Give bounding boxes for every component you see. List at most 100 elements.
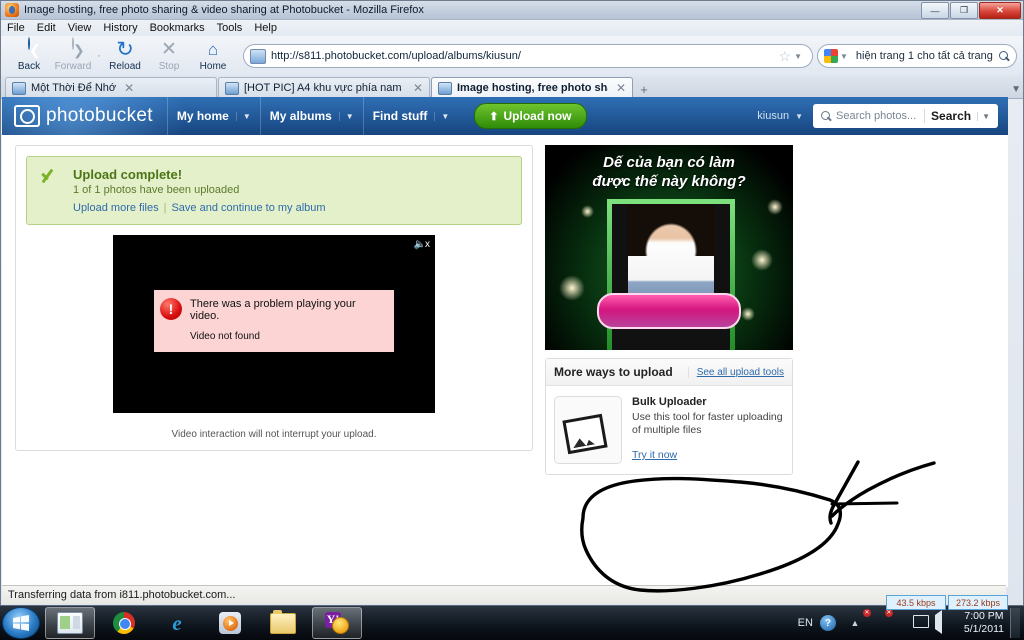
maximize-button[interactable]: ❐ [950,2,978,19]
nav-label: My albums [269,109,332,123]
bookmark-star-icon[interactable]: ☆ [779,48,792,65]
back-label: Back [17,61,41,73]
stop-icon: ✕ [161,39,177,61]
tab-close-icon[interactable]: ✕ [124,81,134,95]
menu-history[interactable]: History [103,22,137,34]
show-desktop-button[interactable] [1010,608,1020,638]
windows-media-player-icon [219,612,241,634]
menu-file[interactable]: File [7,22,25,34]
username-label: kiusun [757,110,790,122]
chevron-down-icon[interactable]: ▼ [338,111,354,121]
checkmark-icon [39,167,65,189]
chevron-down-icon[interactable]: ▼ [794,52,802,61]
more-ways-heading: More ways to upload [554,365,673,379]
taskbar-firefox-window-button[interactable] [45,607,95,639]
chevron-down-icon[interactable]: ▼ [977,111,994,121]
window-title: Image hosting, free photo sharing & vide… [24,4,424,16]
upload-more-files-link[interactable]: Upload more files [73,202,159,214]
yahoo-messenger-icon: Y! [325,612,349,634]
chevron-down-icon[interactable]: ▼ [434,111,449,121]
back-button[interactable]: ❮ Back [7,37,51,73]
upload-column: Upload complete! 1 of 1 photos have been… [15,145,533,451]
forward-button[interactable]: ❯ Forward [51,37,95,73]
menu-edit[interactable]: Edit [37,22,56,34]
save-continue-link[interactable]: Save and continue to my album [171,202,325,214]
chevron-down-icon[interactable]: ▼ [795,112,803,121]
photo-search[interactable]: Search photos... Search ▼ [813,104,998,128]
taskbar-yahoo-messenger-button[interactable]: Y! [312,607,362,639]
bulk-uploader-name: Bulk Uploader [632,396,707,408]
help-icon[interactable]: ? [819,615,836,631]
try-it-now-link[interactable]: Try it now [632,449,784,461]
advertisement-banner[interactable]: Dế của bạn có làm được thế này không? [545,145,793,350]
ad-call-to-action-button[interactable] [597,293,741,329]
error-exclamation-icon: ! [160,298,182,320]
chevron-down-icon[interactable]: ▼ [235,111,251,121]
page-favicon-icon [250,48,266,64]
tab-strip: Một Thời Để Nhớ ✕ [HOT PIC] A4 khu vực p… [1,76,1023,99]
home-button[interactable]: ⌂ Home [191,39,235,73]
camera-lens-icon [14,105,40,127]
nav-find-stuff[interactable]: Find stuff ▼ [362,97,459,135]
nav-my-albums[interactable]: My albums ▼ [259,97,363,135]
display-icon[interactable] [912,615,929,631]
stop-button[interactable]: ✕ Stop [147,39,191,73]
search-magnifier-icon[interactable] [998,50,1010,62]
clock[interactable]: 7:00 PM 5/1/2011 [964,610,1004,636]
sidebar-column: Dế của bạn có làm được thế này không? Mo… [545,145,793,475]
nav-my-home[interactable]: My home ▼ [166,97,260,135]
upload-complete-alert: Upload complete! 1 of 1 photos have been… [26,156,522,225]
volume-mute-icon[interactable] [934,610,951,634]
user-menu[interactable]: kiusun ▼ [757,110,803,122]
video-player[interactable]: 🔈x ! There was a problem playing your vi… [113,235,435,413]
photo-search-button[interactable]: Search [924,109,977,123]
more-ways-body: Bulk Uploader Use this tool for faster u… [546,386,792,474]
tray-overflow-chevron-icon[interactable]: ▲ [847,615,863,631]
search-engine-chevron-icon[interactable]: ▼ [840,52,848,61]
photo-search-input[interactable]: Search photos... [836,110,924,122]
ad-headline-line1: Dế của bạn có làm [603,154,735,171]
start-button[interactable] [2,607,40,639]
menu-bookmarks[interactable]: Bookmarks [150,22,205,34]
tab-close-icon[interactable]: ✕ [616,81,626,95]
photobucket-logo[interactable]: photobucket [14,105,153,127]
reload-button[interactable]: ↻ Reload [103,39,147,73]
language-indicator[interactable]: EN [798,617,813,629]
browser-tab-1[interactable]: Một Thời Để Nhớ ✕ [5,77,217,98]
tab-title: Một Thời Để Nhớ [31,82,117,94]
taskbar-media-player-button[interactable] [206,608,254,638]
minimize-button[interactable]: — [921,2,949,19]
action-center-icon[interactable]: ✕ [884,609,907,631]
menu-view[interactable]: View [68,22,92,34]
video-error-box: ! There was a problem playing your video… [154,290,394,352]
tab-close-icon[interactable]: ✕ [413,81,423,95]
network-icon[interactable]: ✕ [862,609,885,631]
search-input[interactable]: hiện trang 1 cho tất cả trang [852,50,996,62]
tab-list-chevron-icon[interactable]: ▼ [1011,84,1021,98]
window-title-bar: Image hosting, free photo sharing & vide… [1,1,1023,20]
address-bar[interactable]: http://s811.photobucket.com/upload/album… [243,44,813,68]
browser-tab-2[interactable]: [HOT PIC] A4 khu vực phía nam - P... ✕ [218,77,430,98]
taskbar-chrome-button[interactable] [100,608,148,638]
browser-tab-3[interactable]: Image hosting, free photo sharin... ✕ [431,77,633,98]
upload-now-button[interactable]: ⬆ Upload now [474,103,587,129]
menu-help[interactable]: Help [254,22,277,34]
upload-arrow-icon: ⬆ [489,110,499,123]
logo-wordmark: photobucket [46,105,153,126]
alert-subtitle: 1 of 1 photos have been uploaded [73,184,240,196]
forward-arrow-icon: ❯ [60,37,86,61]
taskbar-internet-explorer-button[interactable]: e [153,608,201,638]
speaker-mute-icon[interactable]: 🔈x [414,239,430,250]
taskbar-file-explorer-button[interactable] [259,608,307,638]
browser-status-bar: Transferring data from i811.photobucket.… [2,585,1006,604]
menu-tools[interactable]: Tools [217,22,243,34]
status-text: Transferring data from i811.photobucket.… [8,589,236,601]
close-button[interactable]: ✕ [979,2,1021,19]
forward-label: Forward [54,61,92,73]
toolbar-separator: · [97,50,101,62]
see-all-upload-tools-link[interactable]: See all upload tools [687,366,784,378]
window-icon [57,612,83,634]
new-tab-button[interactable]: + [634,80,654,98]
menu-bar: File Edit View History Bookmarks Tools H… [1,20,1023,36]
search-bar[interactable]: ▼ hiện trang 1 cho tất cả trang [817,44,1017,68]
